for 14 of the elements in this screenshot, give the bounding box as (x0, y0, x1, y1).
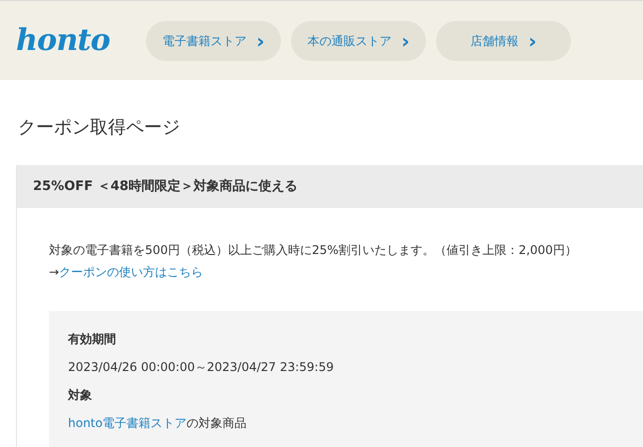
detail-label: 対象 (68, 387, 93, 404)
coupon-title: 25%OFF ＜48時間限定＞対象商品に使える (17, 165, 643, 208)
store-link[interactable]: honto電子書籍ストア (68, 416, 187, 430)
detail-value: 2023/04/26 00:00:00～2023/04/27 23:59:59 (68, 359, 335, 376)
detail-text: honto電子書籍ストアの対象商品 (68, 415, 248, 432)
detail-label: 有効期間 (68, 331, 117, 348)
nav-button[interactable]: 電子書籍ストア › (146, 20, 281, 60)
site-logo[interactable]: honto (16, 26, 126, 56)
nav-button[interactable]: 店舗情報 › (436, 20, 571, 60)
howto-link[interactable]: クーポンの使い方はこちら (59, 261, 204, 283)
coupon-description: 対象の電子書籍を500円（税込）以上ご購入時に25%割引いたします。（値引き上限：2,000円） (49, 242, 578, 259)
nav-button[interactable]: 本の通販ストア › (291, 20, 426, 60)
page-title: クーポン取得ページ (18, 116, 181, 140)
arrow-text: → (49, 264, 60, 281)
